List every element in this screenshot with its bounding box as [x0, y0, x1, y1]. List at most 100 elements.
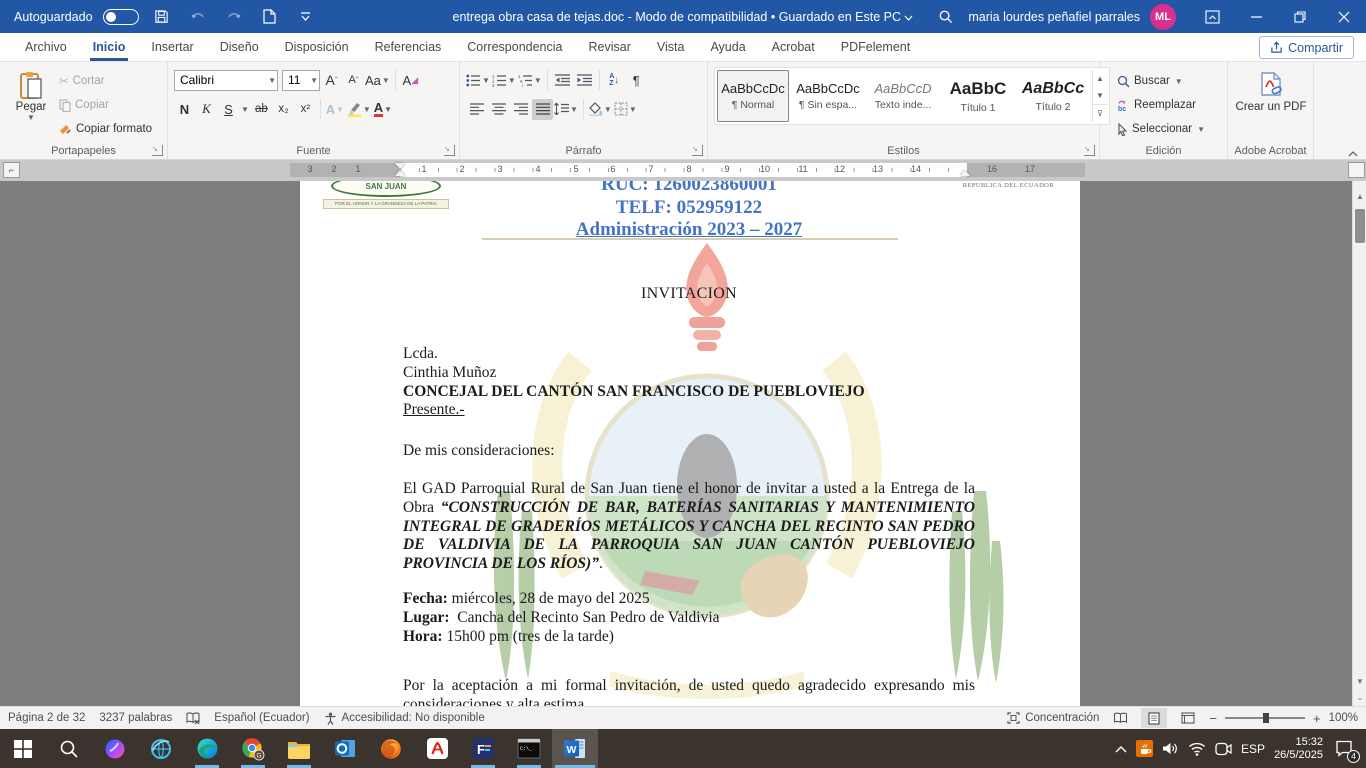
strikethrough-button[interactable]: ab [251, 99, 272, 120]
tab-correspondencia[interactable]: Correspondencia [454, 33, 575, 61]
parrafo-dialog-launcher[interactable]: ↘ [692, 145, 703, 156]
copilot-button[interactable] [92, 729, 138, 768]
accessibility-status[interactable]: Accesibilidad: No disponible [342, 712, 485, 724]
autosave-toggle[interactable] [103, 9, 139, 25]
pdfelement-button[interactable]: F [460, 729, 506, 768]
vertical-scrollbar[interactable]: ▲ ▼ ⌄ [1352, 181, 1366, 706]
copy-button[interactable]: Copiar [56, 95, 155, 115]
find-button[interactable]: Buscar▼ [1114, 71, 1221, 91]
justify-button[interactable] [532, 99, 553, 120]
document-page[interactable]: SAN JUAN POR EL HONOR Y LA GRANDEZA DE L… [300, 181, 1080, 706]
tab-referencias[interactable]: Referencias [362, 33, 455, 61]
scrollbar-thumb[interactable] [1355, 209, 1365, 243]
proofing-icon[interactable] [186, 712, 200, 725]
tab-vista[interactable]: Vista [644, 33, 698, 61]
customize-qat-icon[interactable] [293, 5, 319, 29]
horizontal-ruler[interactable]: ⌐ 3 2 1 1 2 3 4 5 6 7 8 9 10 11 12 13 14… [0, 160, 1366, 181]
highlight-button[interactable]: ▼ [347, 99, 372, 120]
fuente-dialog-launcher[interactable]: ↘ [444, 145, 455, 156]
shrink-font-button[interactable]: Aˇ [343, 70, 364, 91]
font-size-dropdown-icon[interactable]: ▼ [309, 76, 319, 85]
read-mode-button[interactable] [1107, 708, 1133, 728]
zoom-slider[interactable] [1225, 717, 1305, 719]
zoom-slider-thumb[interactable] [1263, 713, 1269, 723]
focus-mode-button[interactable]: Concentración [1007, 712, 1099, 724]
new-document-icon[interactable] [257, 5, 283, 29]
right-indent-marker[interactable] [960, 170, 970, 176]
clock[interactable]: 15:32 26/5/2025 [1274, 736, 1323, 762]
edge-button[interactable] [184, 729, 230, 768]
shading-button[interactable]: ▼ [588, 99, 613, 120]
font-color-button[interactable]: A▼ [373, 99, 394, 120]
page-indicator[interactable]: Página 2 de 32 [8, 712, 85, 724]
tab-acrobat[interactable]: Acrobat [759, 33, 828, 61]
clear-formatting-button[interactable]: A◢ [400, 70, 421, 91]
style-normal[interactable]: AaBbCcDc ¶ Normal [717, 70, 789, 122]
print-layout-button[interactable] [1141, 708, 1167, 728]
change-case-button[interactable]: Aa▼ [365, 70, 391, 91]
align-left-button[interactable] [466, 99, 487, 120]
minimize-button[interactable] [1234, 0, 1278, 33]
portapapeles-dialog-launcher[interactable]: ↘ [152, 145, 163, 156]
bold-button[interactable]: N [174, 99, 195, 120]
paste-button[interactable]: Pegar ▼ [6, 67, 56, 139]
tray-expand-icon[interactable] [1115, 745, 1127, 753]
chrome-button[interactable]: G [230, 729, 276, 768]
saved-location[interactable]: Guardado en Este PC [779, 10, 901, 24]
underline-dropdown-icon[interactable]: ▼ [240, 105, 250, 114]
sort-button[interactable]: AZ ↓ [604, 70, 625, 91]
bullet-list-button[interactable]: ▼ [466, 70, 491, 91]
next-page-icon[interactable]: ⌄ [1353, 690, 1366, 704]
format-painter-button[interactable]: Copiar formato [56, 119, 155, 139]
keyboard-language[interactable]: ESP [1241, 742, 1265, 756]
restore-button[interactable] [1278, 0, 1322, 33]
terminal-button[interactable]: C:\_ [506, 729, 552, 768]
search-icon[interactable] [932, 5, 958, 29]
increase-indent-button[interactable] [574, 70, 595, 91]
estilos-dialog-launcher[interactable]: ↘ [1084, 145, 1095, 156]
tab-archivo[interactable]: Archivo [12, 33, 80, 61]
tab-insertar[interactable]: Insertar [138, 33, 206, 61]
numbered-list-button[interactable]: 123▼ [492, 70, 517, 91]
ruler-toggle-box[interactable] [1348, 162, 1365, 178]
align-right-button[interactable] [510, 99, 531, 120]
tab-revisar[interactable]: Revisar [575, 33, 643, 61]
word-button[interactable]: W [552, 729, 598, 768]
text-effects-button[interactable]: A▼ [325, 99, 346, 120]
word-count[interactable]: 3237 palabras [99, 712, 172, 724]
style-sin-espaciado[interactable]: AaBbCcDc ¶ Sin espa... [792, 70, 864, 122]
share-button[interactable]: Compartir [1259, 36, 1354, 59]
create-pdf-button[interactable]: Crear un PDF [1234, 67, 1308, 139]
ribbon-display-options-icon[interactable] [1190, 0, 1234, 33]
first-line-indent-marker[interactable] [395, 163, 405, 169]
decrease-indent-button[interactable] [552, 70, 573, 91]
notification-center-button[interactable]: 4 [1332, 737, 1356, 761]
select-button[interactable]: Seleccionar▼ [1114, 119, 1221, 139]
tab-inicio[interactable]: Inicio [80, 33, 139, 61]
tab-disposicion[interactable]: Disposición [272, 33, 362, 61]
meet-now-icon[interactable] [1215, 742, 1232, 756]
font-family-dropdown-icon[interactable]: ▼ [267, 76, 277, 85]
save-icon[interactable] [149, 5, 175, 29]
zoom-in-button[interactable]: + [1313, 711, 1321, 726]
subscript-button[interactable]: x₂ [273, 99, 294, 120]
chevron-down-icon[interactable] [904, 15, 913, 21]
redo-icon[interactable] [221, 5, 247, 29]
close-button[interactable] [1322, 0, 1366, 33]
file-explorer-button[interactable] [276, 729, 322, 768]
multilevel-list-button[interactable]: 1ai▼ [518, 70, 543, 91]
acrobat-button[interactable] [414, 729, 460, 768]
borders-button[interactable]: ▼ [614, 99, 638, 120]
scroll-up-icon[interactable]: ▲ [1353, 189, 1366, 203]
show-marks-button[interactable]: ¶ [626, 70, 647, 91]
style-titulo-1[interactable]: AaBbC Título 1 [942, 70, 1014, 122]
line-spacing-button[interactable]: ▼ [554, 99, 579, 120]
undo-icon[interactable] [185, 5, 211, 29]
avatar[interactable]: ML [1150, 4, 1176, 30]
language-indicator[interactable]: Español (Ecuador) [214, 712, 309, 724]
replace-button[interactable]: bc Reemplazar [1114, 95, 1221, 115]
font-size-combo[interactable]: ▼ [282, 70, 320, 91]
collapse-ribbon-icon[interactable] [1348, 150, 1358, 157]
taskbar-search-button[interactable] [46, 729, 92, 768]
align-center-button[interactable] [488, 99, 509, 120]
